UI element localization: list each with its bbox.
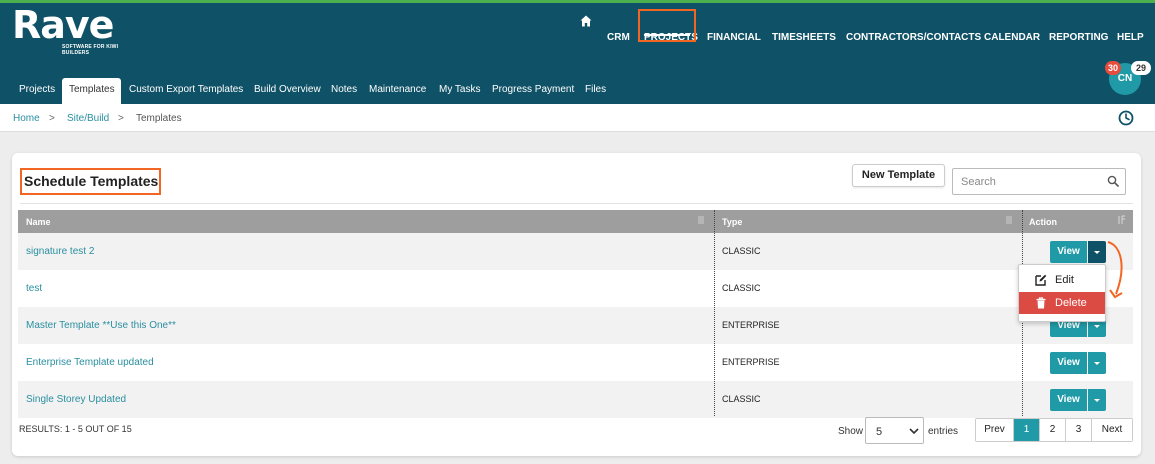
results-count: RESULTS: 1 - 5 OUT OF 15 [19, 424, 132, 434]
table-row: signature test 2 CLASSIC View [18, 233, 1133, 270]
pagination-next[interactable]: Next [1092, 419, 1132, 441]
nav-item-reporting[interactable]: REPORTING [1049, 32, 1108, 43]
column-options-icon[interactable] [1118, 215, 1126, 225]
pagination-page-1[interactable]: 1 [1014, 419, 1040, 441]
template-type: CLASSIC [722, 394, 761, 404]
template-name-link[interactable]: Enterprise Template updated [26, 357, 154, 368]
sort-icon[interactable] [698, 215, 706, 225]
sort-icon[interactable] [1006, 215, 1014, 225]
show-label: Show [838, 426, 864, 437]
tab-build-overview[interactable]: Build Overview [254, 84, 321, 95]
breadcrumb: Home > Site/Build > Templates [0, 104, 1155, 132]
breadcrumb-home[interactable]: Home [13, 113, 40, 124]
breadcrumb-site-build[interactable]: Site/Build [67, 113, 109, 124]
template-name-link[interactable]: Master Template **Use this One** [26, 320, 176, 331]
edit-label: Edit [1055, 274, 1074, 286]
nav-item-timesheets[interactable]: TIMESHEETS [772, 32, 836, 43]
pagination-page-2[interactable]: 2 [1040, 419, 1066, 441]
nav-item-contractors-contacts[interactable]: CONTRACTORS/CONTACTS [846, 32, 981, 43]
column-header-name[interactable]: Name [26, 217, 51, 227]
delete-label: Delete [1055, 297, 1087, 309]
view-button[interactable]: View [1050, 352, 1087, 374]
tab-my-tasks[interactable]: My Tasks [439, 84, 481, 95]
nav-item-crm[interactable]: CRM [607, 32, 630, 43]
nav-item-help[interactable]: HELP [1117, 32, 1144, 43]
nav-item-financial[interactable]: FINANCIAL [707, 32, 761, 43]
clock-icon[interactable] [1118, 110, 1134, 126]
tab-maintenance[interactable]: Maintenance [369, 84, 426, 95]
trash-icon [1036, 297, 1046, 309]
tab-files[interactable]: Files [585, 84, 606, 95]
view-button[interactable]: View [1050, 389, 1087, 411]
tab-notes[interactable]: Notes [331, 84, 357, 95]
edit-menu-item[interactable]: Edit [1019, 269, 1105, 291]
search-icon[interactable] [1107, 175, 1119, 187]
view-button[interactable]: View [1050, 241, 1087, 263]
breadcrumb-current: Templates [136, 113, 182, 124]
brand-logo[interactable]: Rave SOFTWARE FOR KIWI BUILDERS [12, 3, 118, 56]
home-icon[interactable] [580, 15, 592, 27]
edit-icon [1035, 274, 1047, 286]
entries-label: entries [928, 426, 959, 437]
column-header-type[interactable]: Type [722, 217, 742, 227]
tab-custom-export-templates[interactable]: Custom Export Templates [129, 84, 243, 95]
breadcrumb-separator: > [118, 113, 124, 124]
nav-item-calendar[interactable]: CALENDAR [984, 32, 1040, 43]
column-divider [714, 210, 715, 416]
notification-badge[interactable]: 30 [1105, 61, 1121, 75]
table-row: Enterprise Template updated ENTERPRISE V… [18, 344, 1133, 381]
template-name-link[interactable]: test [26, 283, 42, 294]
breadcrumb-separator: > [49, 113, 55, 124]
action-dropdown-menu: Edit Delete [1018, 264, 1106, 322]
template-type: ENTERPRISE [722, 320, 780, 330]
tab-projects[interactable]: Projects [19, 84, 55, 95]
chevron-down-icon [909, 428, 919, 435]
divider [20, 203, 1133, 204]
action-menu-toggle[interactable] [1088, 389, 1106, 411]
table-row: test CLASSIC [18, 270, 1133, 307]
brand-name: Rave [12, 3, 114, 47]
highlight-box-projects [638, 9, 696, 42]
page-size-select[interactable]: 5 [865, 417, 924, 444]
page-size-value: 5 [876, 426, 883, 438]
template-type: CLASSIC [722, 246, 761, 256]
delete-menu-item[interactable]: Delete [1019, 292, 1105, 314]
table-row: Master Template **Use this One** ENTERPR… [18, 307, 1133, 344]
tab-progress-payment[interactable]: Progress Payment [492, 84, 574, 95]
template-name-link[interactable]: signature test 2 [26, 246, 94, 257]
column-header-action: Action [1029, 217, 1057, 227]
search-input[interactable] [953, 169, 1093, 194]
annotation-arrow [1107, 241, 1123, 299]
action-menu-toggle[interactable] [1088, 352, 1106, 374]
tab-templates[interactable]: Templates [69, 84, 115, 95]
table-row: Single Storey Updated CLASSIC View [18, 381, 1133, 418]
templates-card: Schedule Templates New Template Name Typ… [12, 153, 1141, 456]
pagination-page-3[interactable]: 3 [1066, 419, 1092, 441]
brand-tagline: SOFTWARE FOR KIWI BUILDERS [62, 44, 119, 56]
page-title: Schedule Templates [24, 173, 159, 189]
message-badge[interactable]: 29 [1131, 61, 1151, 75]
search-box [952, 168, 1126, 195]
pagination-prev[interactable]: Prev [976, 419, 1014, 441]
new-template-button[interactable]: New Template [852, 164, 945, 187]
pagination: Prev 1 2 3 Next [975, 418, 1133, 442]
template-type: ENTERPRISE [722, 357, 780, 367]
template-type: CLASSIC [722, 283, 761, 293]
template-name-link[interactable]: Single Storey Updated [26, 394, 126, 405]
table-header: Name Type Action [18, 210, 1133, 233]
